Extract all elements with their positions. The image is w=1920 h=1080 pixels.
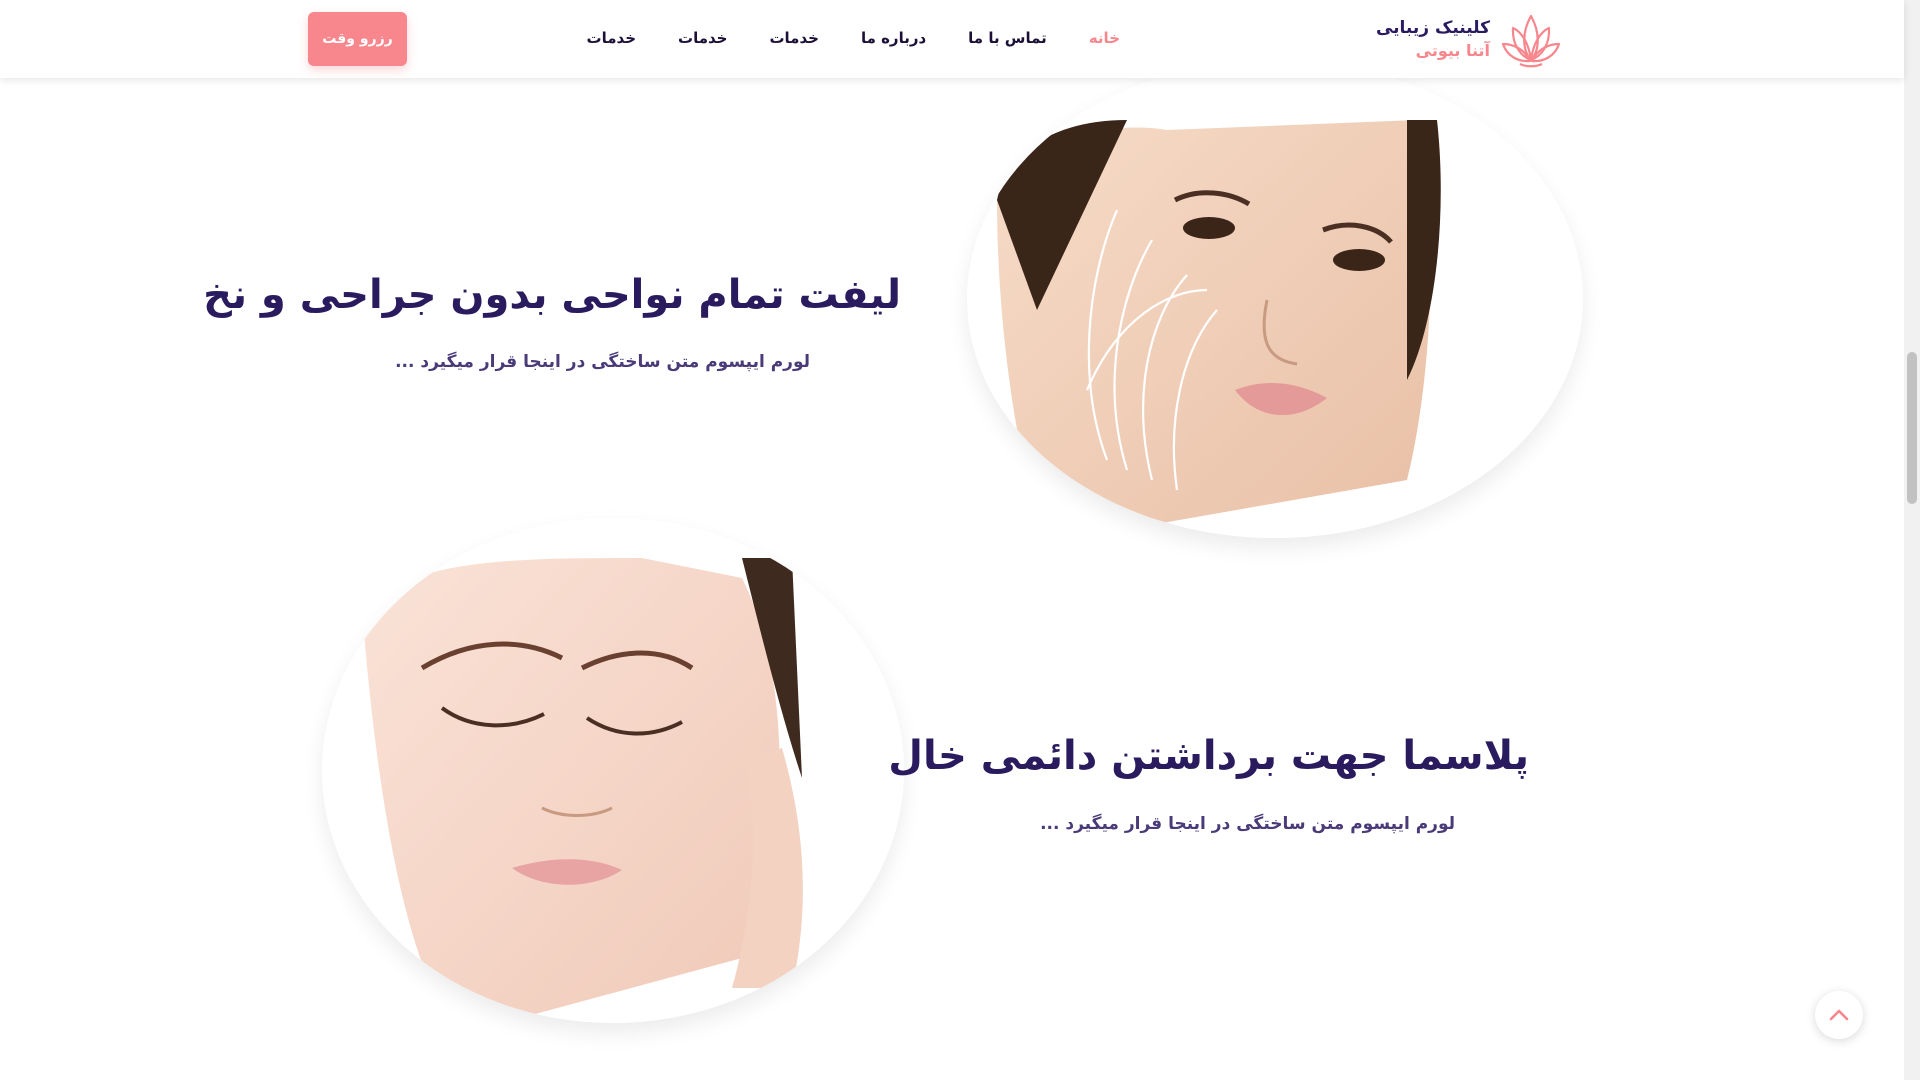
scrollbar-thumb[interactable] bbox=[1907, 352, 1917, 504]
nav-item-services-1[interactable]: خدمات bbox=[769, 24, 818, 54]
back-to-top-button[interactable] bbox=[1815, 991, 1863, 1039]
logo-line1: کلینیک زیبایی bbox=[1375, 18, 1490, 38]
logo-line2: آتنا بیوتی bbox=[1415, 41, 1490, 60]
section-description: لورم ایپسوم متن ساختگی در اینجا قرار میگ… bbox=[395, 352, 810, 372]
plasma-image bbox=[322, 518, 904, 1023]
lotus-icon bbox=[1501, 14, 1561, 68]
section-title: پلاسما جهت برداشتن دائمی خال bbox=[888, 733, 1529, 779]
page: کلینیک زیبایی آتنا بیوتی خانه تماس با ما… bbox=[0, 0, 1904, 1080]
section-description: لورم ایپسوم متن ساختگی در اینجا قرار میگ… bbox=[1040, 814, 1455, 834]
logo[interactable]: کلینیک زیبایی آتنا بیوتی bbox=[1376, 10, 1562, 68]
section-title: لیفت تمام نواحی بدون جراحی و نخ bbox=[203, 272, 901, 318]
page-scrollbar[interactable] bbox=[1904, 0, 1920, 1080]
nav-item-services-3[interactable]: خدمات bbox=[587, 24, 636, 54]
nav-item-services-2[interactable]: خدمات bbox=[678, 24, 727, 54]
face-lift-image bbox=[967, 60, 1583, 538]
main-nav: خانه تماس با ما درباره ما خدمات خدمات خد… bbox=[587, 24, 1120, 54]
logo-text: کلینیک زیبایی آتنا بیوتی bbox=[1376, 16, 1490, 62]
nav-item-about[interactable]: درباره ما bbox=[861, 24, 926, 54]
reserve-button[interactable]: رزرو وقت bbox=[308, 12, 407, 66]
nav-item-home[interactable]: خانه bbox=[1089, 24, 1120, 54]
nav-item-contact[interactable]: تماس با ما bbox=[968, 24, 1047, 54]
plasma-illustration bbox=[322, 518, 904, 1023]
face-lift-illustration bbox=[967, 60, 1583, 538]
site-header: کلینیک زیبایی آتنا بیوتی خانه تماس با ما… bbox=[0, 0, 1904, 78]
chevron-up-icon bbox=[1829, 1009, 1849, 1021]
